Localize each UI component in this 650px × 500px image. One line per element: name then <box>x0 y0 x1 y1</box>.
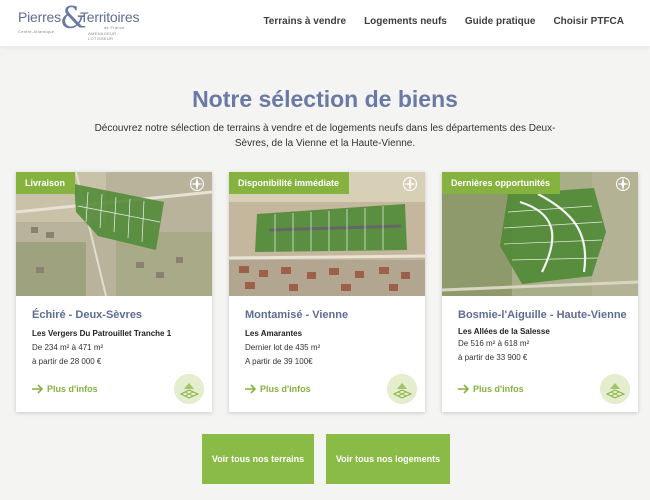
logo-word-left: Pierres <box>18 9 61 25</box>
main-nav: Terrains à vendre Logements neufs Guide … <box>263 16 624 27</box>
card-subtitle: Les Vergers Du Patrouillet Tranche 1 <box>32 329 172 338</box>
land-plot-icon <box>387 374 417 404</box>
land-plot-icon <box>600 374 630 404</box>
compass-icon <box>190 177 204 191</box>
property-card-bosmie[interactable]: Dernières opportunités Bosmie-l'Aiguille… <box>442 172 638 412</box>
more-info-label: Plus d'infos <box>47 384 98 394</box>
card-price: à partir de 28 000 € <box>32 357 102 366</box>
card-title[interactable]: Montamisé - Vienne <box>245 307 415 323</box>
arrow-right-icon <box>245 384 257 394</box>
land-plot-icon <box>174 374 204 404</box>
page-title: Notre sélection de biens <box>192 86 458 112</box>
more-info-label: Plus d'infos <box>473 384 524 394</box>
nav-guide[interactable]: Guide pratique <box>465 16 536 27</box>
logo-tag-right-top: de France <box>104 25 125 30</box>
property-card-montamise[interactable]: Disponibilité immédiate Montamisé - Vien… <box>229 172 425 412</box>
logo-tag-left: Centre-Atlantique <box>18 29 55 34</box>
logo-word-right: Territoires <box>80 9 140 25</box>
more-info-link[interactable]: Plus d'infos <box>458 384 524 394</box>
card-surface: De 234 m² à 471 m² <box>32 343 104 352</box>
site-logo[interactable]: Pierres & Territoires Centre-Atlantique … <box>18 1 140 41</box>
card-price: A partir de 39 100€ <box>245 357 313 366</box>
logo-tag-right-bottom: AMÉNAGEUR · LOTISSEUR <box>88 31 120 41</box>
arrow-right-icon <box>458 384 470 394</box>
nav-terrains[interactable]: Terrains à vendre <box>263 16 346 27</box>
arrow-right-icon <box>32 384 44 394</box>
aerial-map-image: Livraison <box>16 172 212 296</box>
card-details: Bosmie-l'Aiguille - Haute-Vienne Les All… <box>458 307 628 365</box>
aerial-map-image: Dernières opportunités <box>442 172 638 296</box>
card-title[interactable]: Échiré - Deux-Sèvres <box>32 307 202 323</box>
aerial-map-image: Disponibilité immédiate <box>229 172 425 296</box>
more-info-label: Plus d'infos <box>260 384 311 394</box>
card-details: Échiré - Deux-Sèvres Les Vergers Du Patr… <box>32 307 202 369</box>
compass-icon <box>403 177 417 191</box>
property-card-echire[interactable]: Livraison Échiré - Deux-Sèvres Les Verge… <box>16 172 212 412</box>
card-details: Montamisé - Vienne Les Amarantes Dernier… <box>245 307 415 369</box>
nav-choisir[interactable]: Choisir PTFCA <box>553 16 624 27</box>
card-subtitle: Les Allées de la Salesse <box>458 327 550 336</box>
card-surface: De 516 m² à 618 m² <box>458 339 530 348</box>
nav-logements[interactable]: Logements neufs <box>364 16 447 27</box>
status-badge: Livraison <box>16 172 76 194</box>
site-header: Pierres & Territoires Centre-Atlantique … <box>0 0 650 46</box>
status-badge: Disponibilité immédiate <box>229 172 350 194</box>
card-title[interactable]: Bosmie-l'Aiguille - Haute-Vienne <box>458 307 628 323</box>
compass-icon <box>616 177 630 191</box>
card-surface: Dernier lot de 435 m² <box>245 343 321 352</box>
more-info-link[interactable]: Plus d'infos <box>245 384 311 394</box>
page-subtitle: Découvrez notre sélection de terrains à … <box>94 123 556 149</box>
card-subtitle: Les Amarantes <box>245 329 303 338</box>
status-badge: Dernières opportunités <box>442 172 561 194</box>
all-logements-button[interactable]: Voir tous nos logements <box>326 434 450 484</box>
card-price: à partir de 33 900 € <box>458 353 528 362</box>
all-terrains-button[interactable]: Voir tous nos terrains <box>202 434 314 484</box>
more-info-link[interactable]: Plus d'infos <box>32 384 98 394</box>
